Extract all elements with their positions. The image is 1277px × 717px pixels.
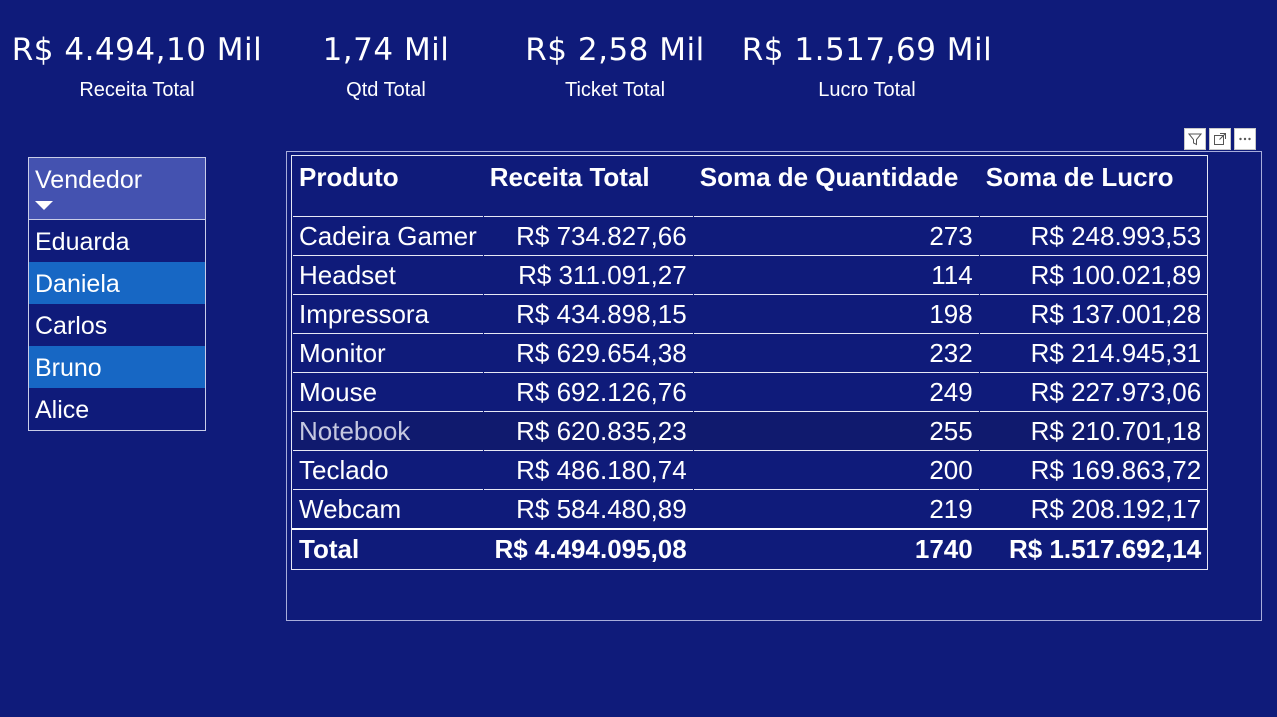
cell-receita: R$ 434.898,15 xyxy=(516,298,687,329)
kpi-card-lucro-total[interactable]: R$ 1.517,69 Mil Lucro Total xyxy=(738,28,996,103)
slicer-title: Vendedor xyxy=(35,166,143,194)
cell-lucro: R$ 100.021,89 xyxy=(1030,259,1202,290)
cell-receita: R$ 486.180,74 xyxy=(516,454,687,485)
table-row[interactable]: Headset R$ 311.091,27 114 R$ 100.021,89 xyxy=(292,255,1208,294)
cell-receita: R$ 311.091,27 xyxy=(518,259,687,290)
total-label: Total xyxy=(299,533,360,564)
cell-lucro: R$ 227.973,06 xyxy=(1030,376,1202,407)
kpi-label: Lucro Total xyxy=(818,79,916,101)
vendedor-slicer[interactable]: Vendedor Eduarda Daniela Carlos Bruno Al… xyxy=(28,157,206,431)
kpi-value: R$ 1.517,69 Mil xyxy=(741,32,993,68)
cell-quantidade: 273 xyxy=(929,220,973,251)
slicer-header[interactable]: Vendedor xyxy=(29,158,205,220)
cell-receita: R$ 584.480,89 xyxy=(516,493,687,524)
focus-mode-icon[interactable] xyxy=(1209,128,1231,150)
kpi-value: R$ 2,58 Mil xyxy=(525,32,705,68)
slicer-item-bruno[interactable]: Bruno xyxy=(29,346,205,388)
kpi-label: Ticket Total xyxy=(564,79,666,101)
visual-header-icons xyxy=(1184,128,1256,150)
more-options-icon[interactable] xyxy=(1234,128,1256,150)
total-receita: R$ 4.494.095,08 xyxy=(494,533,687,564)
table-row[interactable]: Teclado R$ 486.180,74 200 R$ 169.863,72 xyxy=(292,450,1208,489)
cell-receita: R$ 734.827,66 xyxy=(516,220,687,251)
cell-lucro: R$ 137.001,28 xyxy=(1030,298,1202,329)
total-quantidade: 1740 xyxy=(914,533,973,564)
kpi-label: Qtd Total xyxy=(346,79,426,101)
column-header-receita-total[interactable]: Receita Total xyxy=(483,156,693,216)
cell-receita: R$ 629.654,38 xyxy=(516,337,687,368)
table-row[interactable]: Mouse R$ 692.126,76 249 R$ 227.973,06 xyxy=(292,372,1208,411)
cell-quantidade: 219 xyxy=(929,493,973,524)
product-table: Produto Receita Total Soma de Quantidade… xyxy=(290,155,1209,570)
cell-receita: R$ 620.835,23 xyxy=(483,411,694,450)
cell-quantidade: 198 xyxy=(929,298,973,329)
kpi-value: 1,74 Mil xyxy=(322,32,450,68)
table-total-row: Total R$ 4.494.095,08 1740 R$ 1.517.692,… xyxy=(292,528,1208,569)
table-row[interactable]: Impressora R$ 434.898,15 198 R$ 137.001,… xyxy=(292,294,1208,333)
slicer-item-carlos[interactable]: Carlos xyxy=(29,304,205,346)
cell-produto: Mouse xyxy=(299,376,378,407)
kpi-card-ticket-total[interactable]: R$ 2,58 Mil Ticket Total xyxy=(515,28,715,103)
cell-quantidade: 249 xyxy=(929,376,973,407)
kpi-label: Receita Total xyxy=(79,79,195,101)
filter-icon[interactable] xyxy=(1184,128,1206,150)
cell-quantidade: 114 xyxy=(931,259,973,290)
cell-produto: Impressora xyxy=(299,298,430,329)
total-lucro: R$ 1.517.692,14 xyxy=(1008,533,1202,564)
cell-lucro: R$ 210.701,18 xyxy=(979,411,1208,450)
cell-produto: Teclado xyxy=(299,454,389,485)
cell-lucro: R$ 208.192,17 xyxy=(1030,493,1202,524)
cell-quantidade: 232 xyxy=(929,337,973,368)
slicer-item-daniela[interactable]: Daniela xyxy=(29,262,205,304)
slicer-item-eduarda[interactable]: Eduarda xyxy=(29,220,205,262)
kpi-card-qtd-total[interactable]: 1,74 Mil Qtd Total xyxy=(286,28,486,103)
cell-lucro: R$ 169.863,72 xyxy=(1030,454,1202,485)
cell-lucro: R$ 214.945,31 xyxy=(1030,337,1202,368)
cell-produto: Webcam xyxy=(299,493,402,524)
table-header-row: Produto Receita Total Soma de Quantidade… xyxy=(293,156,1208,216)
table-row[interactable]: Notebook R$ 620.835,23 255 R$ 210.701,18 xyxy=(292,411,1208,450)
table-row[interactable]: Cadeira Gamer R$ 734.827,66 273 R$ 248.9… xyxy=(292,216,1208,255)
slicer-item-alice[interactable]: Alice xyxy=(29,388,205,430)
column-header-soma-de-lucro[interactable]: Soma de Lucro xyxy=(979,156,1207,216)
cell-produto: Notebook xyxy=(292,411,484,450)
cell-produto: Monitor xyxy=(299,337,386,368)
cell-quantidade: 200 xyxy=(929,454,973,485)
kpi-card-receita-total[interactable]: R$ 4.494,10 Mil Receita Total xyxy=(0,28,274,103)
table-row[interactable]: Monitor R$ 629.654,38 232 R$ 214.945,31 xyxy=(292,333,1208,372)
column-header-soma-de-quantidade[interactable]: Soma de Quantidade xyxy=(693,156,979,216)
kpi-value: R$ 4.494,10 Mil xyxy=(11,32,263,68)
column-header-produto[interactable]: Produto xyxy=(293,156,484,216)
caret-down-icon[interactable] xyxy=(35,201,53,210)
cell-produto: Headset xyxy=(299,259,396,290)
table-row[interactable]: Webcam R$ 584.480,89 219 R$ 208.192,17 xyxy=(292,489,1208,529)
cell-quantidade: 255 xyxy=(693,411,980,450)
cell-lucro: R$ 248.993,53 xyxy=(1030,220,1202,251)
cell-produto: Cadeira Gamer xyxy=(299,220,477,251)
cell-receita: R$ 692.126,76 xyxy=(516,376,687,407)
